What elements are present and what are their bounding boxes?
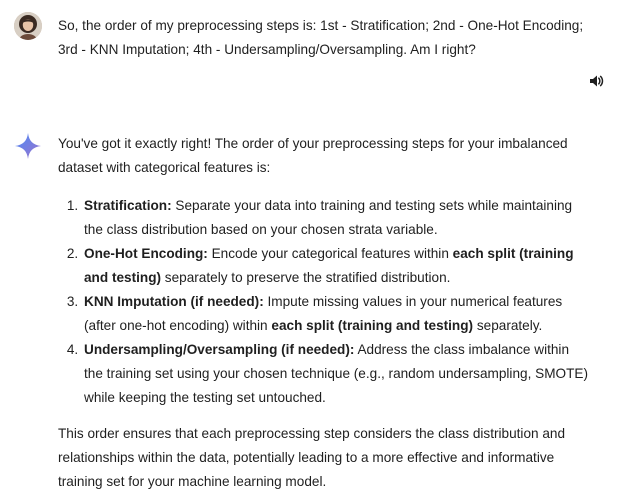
step-item: KNN Imputation (if needed): Impute missi…	[82, 290, 588, 338]
step-title: Stratification:	[84, 198, 172, 213]
step-title: One-Hot Encoding:	[84, 246, 208, 261]
step-text: Encode your categorical features within	[207, 246, 453, 261]
step-item: Undersampling/Oversampling (if needed): …	[82, 338, 588, 410]
step-text: separately.	[473, 318, 543, 333]
response-conclusion: This order ensures that each preprocessi…	[58, 426, 566, 489]
step-emphasis: each split (training and testing)	[271, 318, 474, 333]
user-turn: So, the order of my preprocessing steps …	[0, 0, 625, 100]
steps-list: Stratification: Separate your data into …	[58, 194, 588, 410]
step-item: Stratification: Separate your data into …	[82, 194, 588, 242]
model-response: You've got it exactly right! The order o…	[58, 132, 588, 494]
step-title: Undersampling/Oversampling (if needed):	[84, 342, 355, 357]
user-avatar[interactable]	[14, 12, 42, 40]
speaker-icon[interactable]	[585, 70, 607, 92]
step-item: One-Hot Encoding: Encode your categorica…	[82, 242, 588, 290]
step-title: KNN Imputation (if needed):	[84, 294, 264, 309]
step-text: separately to preserve the stratified di…	[161, 270, 451, 285]
response-intro: You've got it exactly right! The order o…	[58, 136, 568, 175]
user-message-text: So, the order of my preprocessing steps …	[58, 18, 584, 57]
sparkle-icon	[14, 132, 42, 160]
